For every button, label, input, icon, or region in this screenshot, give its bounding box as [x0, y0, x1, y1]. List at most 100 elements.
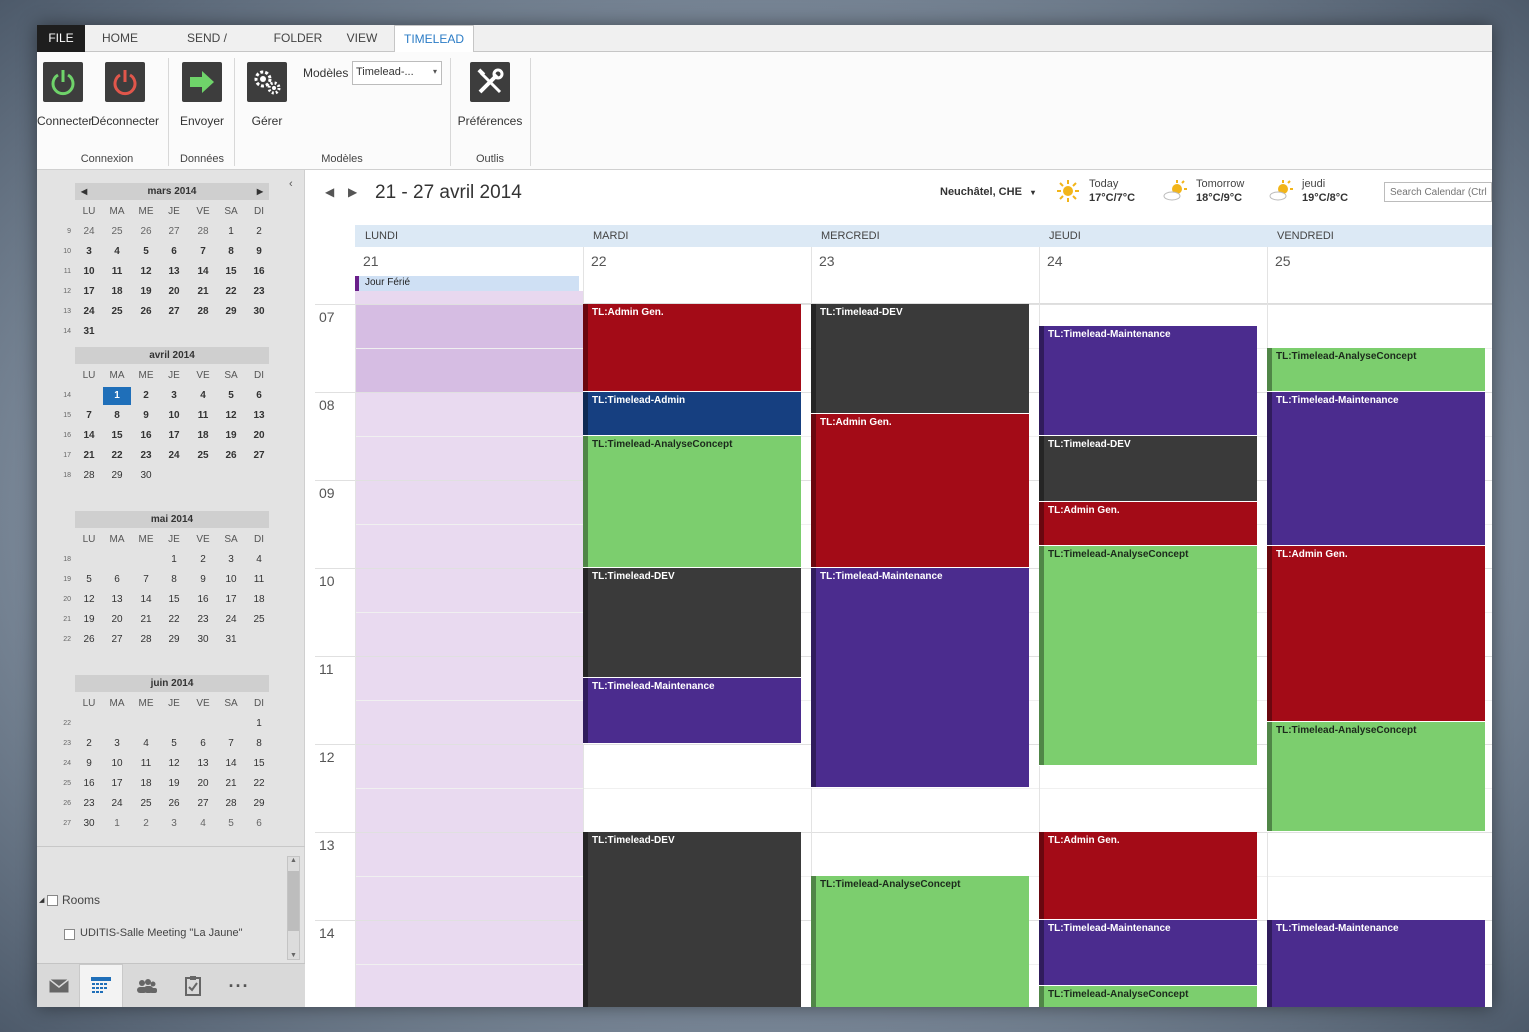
mini-cal-day[interactable]: 18 [189, 427, 217, 445]
tab-folder[interactable]: FOLDER [267, 25, 329, 52]
tab-file[interactable]: FILE [37, 25, 85, 52]
calendar-event[interactable]: TL:Timelead-AnalyseConcept [1267, 348, 1485, 392]
mini-cal-day[interactable]: 28 [189, 303, 217, 321]
calendar-event[interactable]: TL:Timelead-DEV [811, 304, 1029, 414]
mini-cal-day[interactable]: 6 [160, 243, 188, 261]
mini-cal-day[interactable]: 1 [217, 223, 245, 241]
mini-cal-day[interactable]: 22 [245, 775, 273, 793]
mini-cal-day[interactable]: 24 [160, 447, 188, 465]
mini-cal-day[interactable]: 31 [217, 631, 245, 649]
mini-cal-day[interactable]: 1 [103, 815, 131, 833]
templates-dropdown[interactable]: Timelead-... ▾ [352, 61, 442, 85]
mini-cal-day[interactable]: 22 [160, 611, 188, 629]
scrollbar-thumb[interactable] [288, 871, 299, 931]
mini-cal-day[interactable]: 27 [160, 303, 188, 321]
mini-cal-day[interactable]: 22 [217, 283, 245, 301]
mini-cal-day[interactable]: 18 [103, 283, 131, 301]
calendar-event[interactable]: TL:Admin Gen. [1039, 832, 1257, 920]
calendar-event[interactable]: TL:Timelead-Maintenance [811, 568, 1029, 788]
calendar-event[interactable]: TL:Timelead-DEV [583, 832, 801, 1007]
mini-cal-day[interactable]: 22 [103, 447, 131, 465]
mini-cal-day[interactable]: 16 [245, 263, 273, 281]
mini-cal-day[interactable]: 10 [103, 755, 131, 773]
prev-week-icon[interactable]: ◀ [325, 185, 334, 199]
mini-cal-day[interactable]: 28 [75, 467, 103, 485]
mini-cal-day[interactable]: 4 [189, 387, 217, 405]
mini-cal-day[interactable]: 20 [245, 427, 273, 445]
mini-cal-day[interactable]: 4 [132, 735, 160, 753]
calendar-event[interactable]: TL:Timelead-AnalyseConcept [811, 876, 1029, 1007]
mini-cal-day[interactable]: 20 [160, 283, 188, 301]
more-icon[interactable]: ··· [217, 964, 261, 1007]
mini-cal-day[interactable]: 10 [217, 571, 245, 589]
search-calendar-input[interactable] [1384, 182, 1492, 202]
calendar-icon[interactable] [79, 964, 123, 1007]
mini-cal-day[interactable]: 20 [103, 611, 131, 629]
calendar-event[interactable]: TL:Admin Gen. [583, 304, 801, 392]
next-month-icon[interactable]: ▶ [257, 183, 263, 200]
mini-cal-day[interactable]: 19 [75, 611, 103, 629]
mini-cal-day[interactable]: 28 [189, 223, 217, 241]
room-checkbox[interactable] [64, 929, 75, 940]
preferences-button[interactable]: Préférences [457, 62, 523, 128]
mini-cal-day[interactable]: 29 [160, 631, 188, 649]
mini-cal-day[interactable]: 1 [160, 551, 188, 569]
mini-cal-day[interactable]: 9 [189, 571, 217, 589]
mini-cal-day[interactable]: 4 [189, 815, 217, 833]
mini-cal-day[interactable]: 30 [189, 631, 217, 649]
mini-cal-day[interactable]: 25 [103, 303, 131, 321]
day-date[interactable]: 24 [1039, 253, 1063, 269]
mini-cal-day[interactable]: 21 [217, 775, 245, 793]
mini-cal-day[interactable]: 2 [245, 223, 273, 241]
mini-cal-day[interactable]: 11 [132, 755, 160, 773]
tab-home[interactable]: HOME [89, 25, 151, 52]
scroll-up-icon[interactable]: ▲ [288, 857, 299, 864]
next-week-icon[interactable]: ▶ [348, 185, 357, 199]
day-header[interactable]: VENDREDI [1267, 225, 1492, 247]
mini-cal-day[interactable]: 19 [160, 775, 188, 793]
mini-cal-day[interactable]: 2 [132, 387, 160, 405]
mini-cal-day[interactable]: 3 [160, 815, 188, 833]
mini-cal-day[interactable]: 6 [245, 815, 273, 833]
mini-cal-day[interactable]: 29 [103, 467, 131, 485]
expand-triangle-icon[interactable]: ◢ [39, 896, 44, 904]
calendar-event[interactable]: TL:Timelead-Admin [583, 392, 801, 436]
calendar-event[interactable]: TL:Timelead-Maintenance [1039, 326, 1257, 436]
tab-timelead[interactable]: TIMELEAD [394, 25, 474, 53]
mini-cal-day[interactable]: 2 [75, 735, 103, 753]
calendar-event[interactable]: TL:Admin Gen. [1267, 546, 1485, 722]
mini-cal-day[interactable]: 5 [217, 815, 245, 833]
mini-cal-day[interactable]: 14 [189, 263, 217, 281]
mini-cal-day[interactable]: 13 [189, 755, 217, 773]
location-dropdown[interactable]: Neuchâtel, CHE ▾ [940, 186, 1035, 198]
mini-cal-day[interactable]: 1 [245, 715, 273, 733]
mini-cal-day[interactable]: 16 [132, 427, 160, 445]
mini-cal-day[interactable]: 4 [245, 551, 273, 569]
day-date[interactable]: 23 [811, 253, 835, 269]
mini-cal-day[interactable]: 29 [245, 795, 273, 813]
scroll-down-icon[interactable]: ▼ [288, 952, 299, 959]
manage-button[interactable]: Gérer [243, 62, 291, 128]
mini-cal-day[interactable]: 15 [103, 427, 131, 445]
calendar-event[interactable]: TL:Timelead-Maintenance [1267, 392, 1485, 546]
mini-cal-day[interactable]: 27 [103, 631, 131, 649]
calendar-event[interactable]: TL:Timelead-AnalyseConcept [1039, 546, 1257, 766]
mini-cal-day[interactable]: 26 [75, 631, 103, 649]
scrollbar[interactable]: ▲ ▼ [287, 856, 300, 960]
calendar-event[interactable]: TL:Timelead-DEV [1039, 436, 1257, 502]
tasks-icon[interactable] [171, 964, 215, 1007]
mini-cal-day[interactable]: 3 [75, 243, 103, 261]
mini-cal-day[interactable]: 13 [160, 263, 188, 281]
mini-cal-day[interactable]: 6 [103, 571, 131, 589]
mini-cal-day[interactable]: 14 [132, 591, 160, 609]
mini-cal-day[interactable]: 9 [132, 407, 160, 425]
calendar-event[interactable]: TL:Timelead-DEV [583, 568, 801, 678]
mini-cal-day[interactable]: 6 [245, 387, 273, 405]
mini-cal-day[interactable]: 23 [75, 795, 103, 813]
mini-cal-day[interactable]: 29 [217, 303, 245, 321]
mini-cal-day[interactable]: 8 [160, 571, 188, 589]
day-date[interactable]: 21 [355, 253, 379, 269]
mini-cal-day[interactable]: 4 [103, 243, 131, 261]
mini-cal-day[interactable]: 16 [75, 775, 103, 793]
calendar-event[interactable]: TL:Admin Gen. [1039, 502, 1257, 546]
